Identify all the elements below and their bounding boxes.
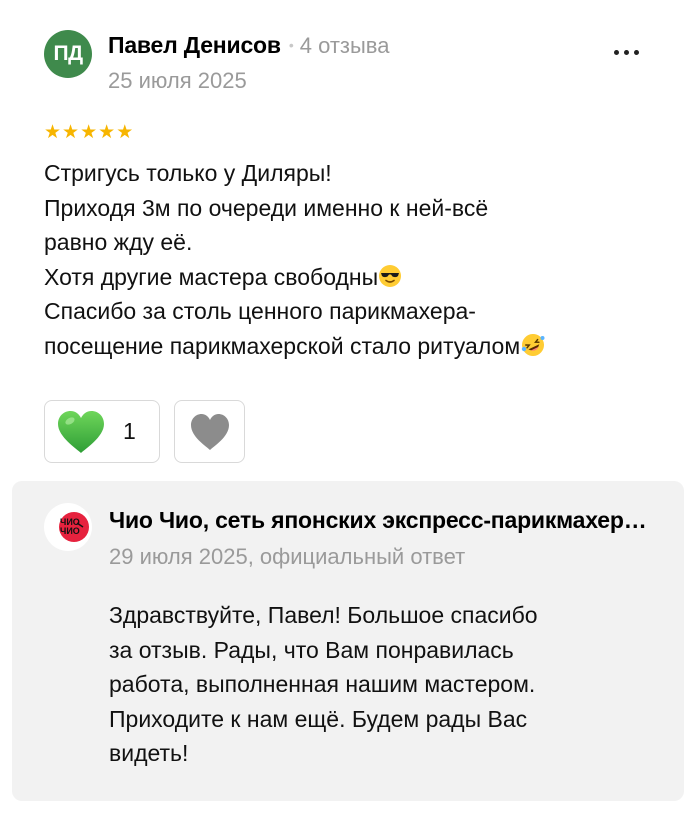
star-icon: ★: [44, 122, 62, 143]
official-reply: ЧИО ЧИО Чио Чио, сеть японских экспресс-…: [12, 481, 684, 801]
logo-text-bottom: ЧИО: [60, 526, 80, 536]
like-button[interactable]: 1: [44, 400, 160, 463]
reply-meta: 29 июля 2025, официальный ответ: [109, 544, 466, 569]
review-text-line: Приходя 3м по очереди именно к ней-всё: [44, 194, 489, 221]
review-text: Стригусь только у Диляры! Приходя 3м по …: [44, 156, 664, 363]
author-row: Павел Денисов • 4 отзыва: [108, 32, 390, 59]
author-review-count: 4 отзыва: [299, 33, 390, 58]
organization-logo[interactable]: ЧИО ЧИО: [44, 503, 92, 551]
more-dot-icon: [633, 49, 639, 55]
author-initials: ПД: [53, 42, 83, 65]
reply-text-line: за отзыв. Рады, что Вам понравилась: [109, 636, 514, 663]
more-dot-icon: [613, 49, 619, 55]
review-text-line: Спасибо за столь ценного парикмахера-: [44, 298, 476, 324]
dislike-button[interactable]: [174, 400, 245, 463]
organization-name[interactable]: Чио Чио, сеть японских экспресс-парикмах…: [109, 507, 654, 534]
reply-text-line: видеть!: [109, 740, 189, 766]
review-text-line-6-text: посещение парикмахерской стало ритуалом: [44, 332, 521, 359]
review-text-line-4-text: Хотя другие мастера свободны: [44, 263, 379, 290]
rolling-on-floor-laughing-icon: [521, 333, 545, 356]
review-text-line-4: Хотя другие мастера свободны: [44, 260, 664, 295]
review-date: 25 июля 2025: [108, 68, 247, 93]
more-options-button[interactable]: [604, 38, 648, 66]
chio-chio-logo-icon: ЧИО ЧИО: [59, 512, 89, 542]
review-text-line-6: посещение парикмахерской стало ритуалом: [44, 329, 664, 364]
rating-stars: ★ ★ ★ ★ ★: [44, 123, 133, 142]
review-text-line: равно жду её.: [44, 229, 193, 255]
star-icon: ★: [116, 122, 134, 143]
separator-dot: •: [288, 37, 294, 53]
reply-text-line: Здравствуйте, Павел! Большое спасибо: [109, 602, 538, 628]
reply-text-line: работа, выполненная нашим мастером.: [109, 671, 536, 697]
author-avatar[interactable]: ПД: [44, 30, 92, 78]
green-heart-icon: [58, 410, 104, 453]
more-dot-icon: [623, 49, 629, 55]
smiling-face-with-sunglasses-icon: [379, 264, 402, 287]
star-icon: ★: [62, 122, 80, 143]
author-name[interactable]: Павел Денисов: [108, 32, 281, 59]
star-icon: ★: [80, 122, 98, 143]
review-text-line: Стригусь только у Диляры!: [44, 160, 332, 186]
reply-text: Здравствуйте, Павел! Большое спасибо за …: [109, 598, 654, 771]
like-count: 1: [123, 418, 136, 444]
star-icon: ★: [98, 122, 116, 143]
gray-heart-icon: [190, 413, 229, 450]
reply-text-line: Приходите к нам ещё. Будем рады Вас: [109, 705, 528, 732]
